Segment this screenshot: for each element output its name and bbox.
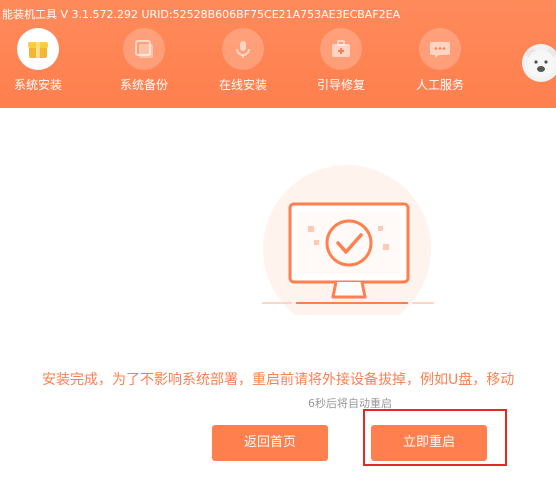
nav-label-online-install: 在线安装 [218,78,267,92]
nav-label-manual-service: 人工服务 [415,78,464,92]
mascot-avatar [522,44,556,82]
boot-repair-icon [320,28,362,70]
window-title: 能装机工具 V 3.1.572.292 URID:52528B606BF75CE… [2,8,401,21]
nav-label-system-install: 系统安装 [13,78,62,92]
install-complete-illustration [262,165,434,315]
chat-service-icon [419,28,461,70]
nav-label-boot-repair: 引导修复 [316,78,365,92]
install-complete-message: 安装完成，为了不影响系统部署，重启前请将外接设备拔掉，例如U盘，移动 [42,372,515,388]
nav-item-system-backup[interactable]: 系统备份 [109,28,179,93]
top-bar: 能装机工具 V 3.1.572.292 URID:52528B606BF75CE… [0,0,556,108]
install-icon [17,28,59,70]
nav-item-system-install[interactable]: 系统安装 [3,28,73,93]
highlight-box [363,409,507,466]
backup-icon [123,28,165,70]
nav-item-online-install[interactable]: 在线安装 [208,28,278,93]
back-home-button[interactable]: 返回首页 [212,425,328,461]
nav-item-boot-repair[interactable]: 引导修复 [306,28,376,93]
nav-item-manual-service[interactable]: 人工服务 [405,28,475,93]
bear-icon [526,48,556,78]
nav-label-system-backup: 系统备份 [119,78,168,92]
online-install-icon [222,28,264,70]
